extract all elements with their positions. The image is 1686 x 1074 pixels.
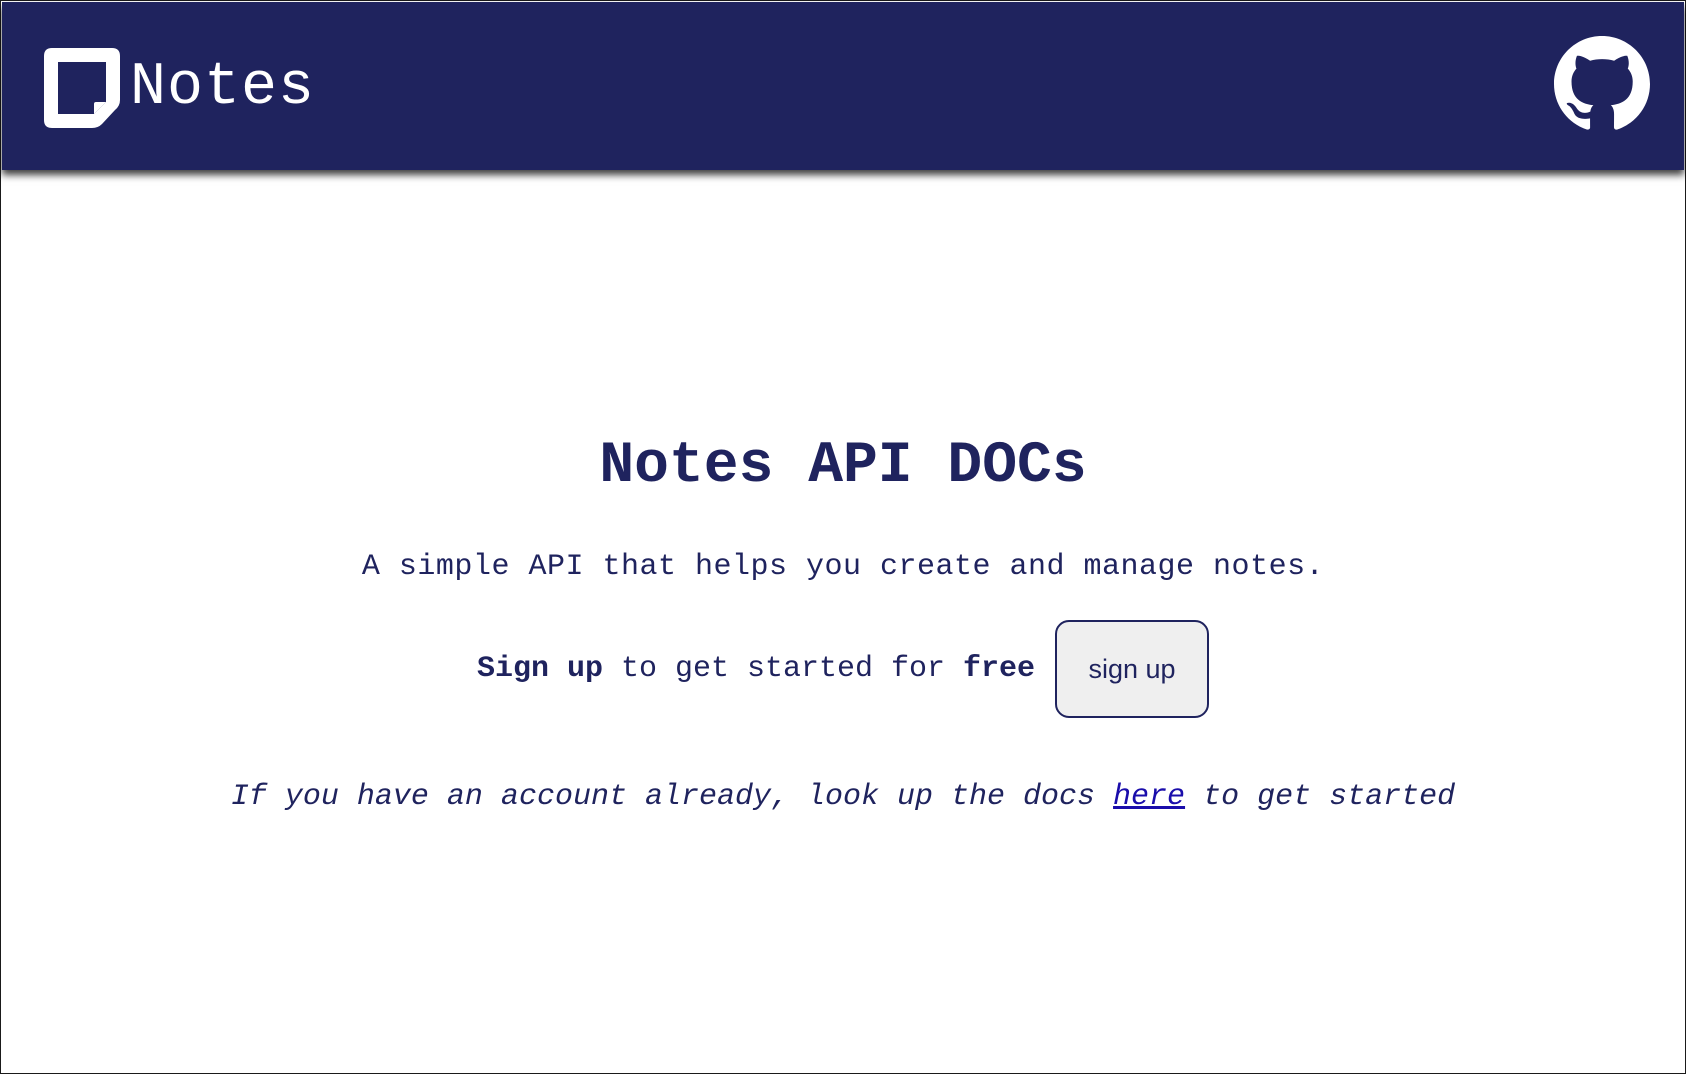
docs-here-link[interactable]: here: [1113, 780, 1185, 814]
existing-suffix-text: to get started: [1185, 780, 1456, 814]
existing-account-note: If you have an account already, look up …: [0, 782, 1686, 812]
sign-up-button[interactable]: sign up: [1055, 620, 1210, 718]
free-strong-text: free: [963, 652, 1036, 686]
sticky-note-icon: [44, 48, 120, 128]
signup-strong-text: Sign up: [476, 652, 603, 686]
brand-home-link[interactable]: Notes: [40, 44, 315, 132]
top-navbar: Notes: [2, 2, 1684, 170]
signup-prompt: Sign up to get started for free sign up: [0, 620, 1686, 718]
signup-middle-text: to get started for: [602, 652, 964, 686]
github-link[interactable]: [1554, 36, 1650, 132]
page-subtitle: A simple API that helps you create and m…: [361, 550, 1325, 584]
existing-prefix-text: If you have an account already, look up …: [230, 780, 1114, 814]
brand-name: Notes: [130, 54, 316, 122]
github-icon: [1554, 36, 1650, 130]
page-title: Notes API DOCs: [599, 434, 1087, 499]
